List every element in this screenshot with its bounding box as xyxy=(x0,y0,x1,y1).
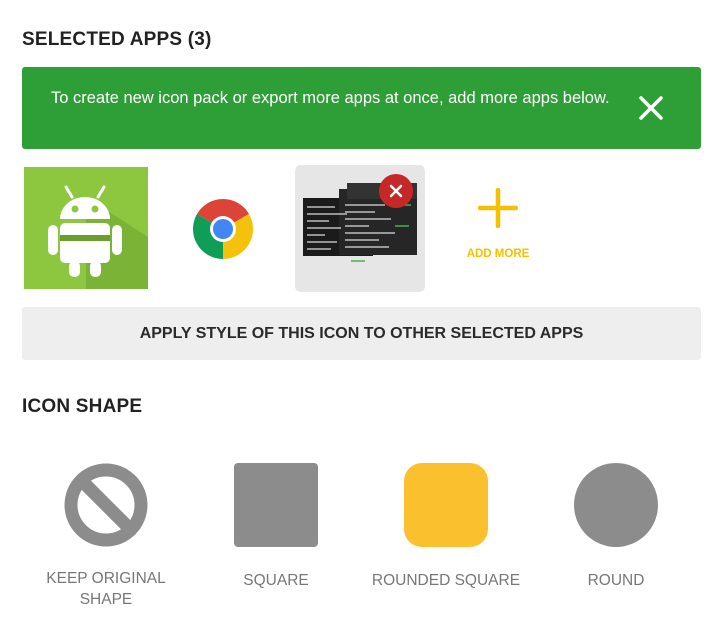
shape-label-line: KEEP ORIGINAL xyxy=(46,570,166,587)
android-robot-icon xyxy=(24,167,148,289)
add-more-button[interactable]: ADD MORE xyxy=(455,188,541,278)
info-banner: To create new icon pack or export more a… xyxy=(22,67,701,149)
app-tile-android[interactable] xyxy=(24,167,148,289)
close-icon xyxy=(389,184,403,198)
no-symbol-icon xyxy=(64,463,148,547)
circle-icon xyxy=(574,463,658,547)
add-more-label: ADD MORE xyxy=(466,248,530,260)
selected-apps-title: SELECTED APPS (3) xyxy=(22,29,212,50)
banner-text: To create new icon pack or export more a… xyxy=(51,89,610,107)
remove-app-button[interactable] xyxy=(379,174,413,208)
shape-label-round: ROUND xyxy=(587,572,645,589)
app-tile-chrome[interactable] xyxy=(168,170,278,288)
icon-shape-title: ICON SHAPE xyxy=(22,396,143,417)
shape-option-round[interactable]: ROUND xyxy=(531,462,701,589)
close-banner-button[interactable] xyxy=(633,90,669,126)
plus-icon xyxy=(478,188,518,228)
rounded-square-icon xyxy=(404,463,488,547)
shape-label-keep-original: KEEP ORIGINAL SHAPE xyxy=(21,568,191,610)
shape-option-rounded-square[interactable]: ROUNDED SQUARE xyxy=(361,462,531,589)
square-icon xyxy=(234,463,318,547)
shape-option-square[interactable]: SQUARE xyxy=(191,462,361,589)
shape-label-rounded-square: ROUNDED SQUARE xyxy=(371,572,521,589)
shape-label-square: SQUARE xyxy=(243,572,309,589)
close-icon xyxy=(639,96,663,120)
chrome-icon xyxy=(192,199,254,259)
app-tile-terminal[interactable] xyxy=(295,165,425,292)
apply-style-button[interactable]: APPLY STYLE OF THIS ICON TO OTHER SELECT… xyxy=(22,307,701,360)
shape-label-line: SHAPE xyxy=(79,591,133,608)
shape-option-keep-original[interactable]: KEEP ORIGINAL SHAPE xyxy=(21,462,191,608)
